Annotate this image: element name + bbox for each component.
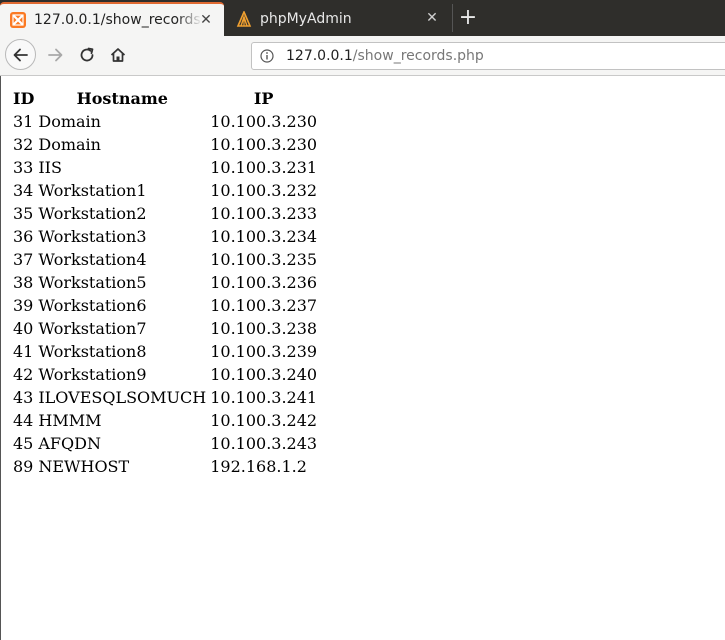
record-ip-cell: 10.100.3.235 <box>210 250 318 269</box>
address-bar[interactable]: 127.0.0.1/show_records.php <box>251 42 725 70</box>
record-id-cell: 42 <box>13 365 34 384</box>
table-row: 36 Workstation3 10.100.3.234 <box>12 226 318 247</box>
table-row: 32 Domain 10.100.3.230 <box>12 134 318 155</box>
table-row: 38 Workstation5 10.100.3.236 <box>12 272 318 293</box>
forward-button[interactable] <box>42 42 68 68</box>
close-tab-icon[interactable]: ✕ <box>198 12 214 28</box>
record-hostname-cell: Workstation9 <box>38 365 147 384</box>
record-hostname-cell: AFQDN <box>38 434 101 453</box>
back-button[interactable] <box>5 39 36 70</box>
table-row: 35 Workstation2 10.100.3.233 <box>12 203 318 224</box>
record-ip-cell: 10.100.3.238 <box>210 319 318 338</box>
record-id-cell: 40 <box>13 319 34 338</box>
home-icon <box>110 48 126 62</box>
tab-strip: 127.0.0.1/show_records.php ✕ phpMyAdmin … <box>0 0 725 36</box>
record-ip-cell: 10.100.3.233 <box>210 204 318 223</box>
tab-phpmyadmin[interactable]: phpMyAdmin ✕ <box>226 2 450 36</box>
table-row: 37 Workstation4 10.100.3.235 <box>12 249 318 270</box>
url-host: 127.0.0.1 <box>286 48 353 64</box>
column-header-ip: IP <box>253 89 274 108</box>
table-body: 31 Domain 10.100.3.230 32 Domain 10.100.3.230… <box>12 111 318 477</box>
table-row: 89 NEWHOST 192.168.1.2 <box>12 456 318 477</box>
reload-icon <box>80 47 94 62</box>
record-ip-cell: 10.100.3.232 <box>210 181 318 200</box>
record-ip-cell: 10.100.3.237 <box>210 296 318 315</box>
record-hostname-cell: Workstation2 <box>38 204 147 223</box>
record-id-cell: 89 <box>13 457 34 476</box>
table-row: 31 Domain 10.100.3.230 <box>12 111 318 132</box>
record-hostname-cell: Domain <box>38 135 101 154</box>
tab-title: 127.0.0.1/show_records.php <box>34 12 202 28</box>
table-header-row: ID Hostname IP <box>12 88 318 109</box>
record-hostname-cell: Workstation4 <box>38 250 147 269</box>
record-hostname-cell: Workstation8 <box>38 342 147 361</box>
record-hostname-cell: Workstation3 <box>38 227 147 246</box>
record-ip-cell: 10.100.3.240 <box>210 365 318 384</box>
record-hostname-cell: NEWHOST <box>38 457 130 476</box>
forward-arrow-icon <box>48 48 63 62</box>
table-row: 33 IIS 10.100.3.231 <box>12 157 318 178</box>
tab-show-records[interactable]: 127.0.0.1/show_records.php ✕ <box>0 2 224 36</box>
close-tab-icon[interactable]: ✕ <box>424 10 440 26</box>
record-hostname-cell: IIS <box>38 158 62 177</box>
record-id-cell: 33 <box>13 158 34 177</box>
record-hostname-cell: ILOVESQLSOMUCH <box>38 388 207 407</box>
record-ip-cell: 10.100.3.230 <box>210 112 318 131</box>
record-ip-cell: 10.100.3.236 <box>210 273 318 292</box>
record-hostname-cell: Workstation1 <box>38 181 147 200</box>
xampp-icon <box>10 12 26 28</box>
table-row: 45 AFQDN 10.100.3.243 <box>12 433 318 454</box>
table-row: 41 Workstation8 10.100.3.239 <box>12 341 318 362</box>
record-hostname-cell: Workstation5 <box>38 273 147 292</box>
table-row: 40 Workstation7 10.100.3.238 <box>12 318 318 339</box>
record-hostname-cell: Domain <box>38 112 101 131</box>
record-id-cell: 39 <box>13 296 34 315</box>
phpmyadmin-icon <box>236 11 252 27</box>
record-id-cell: 36 <box>13 227 34 246</box>
record-ip-cell: 10.100.3.231 <box>210 158 318 177</box>
url-path: /show_records.php <box>352 48 484 64</box>
column-header-id: ID <box>13 89 35 108</box>
record-id-cell: 34 <box>13 181 34 200</box>
new-tab-button[interactable]: + <box>452 4 483 32</box>
record-hostname-cell: Workstation7 <box>38 319 147 338</box>
tab-title: phpMyAdmin <box>260 11 352 27</box>
table-row: 39 Workstation6 10.100.3.237 <box>12 295 318 316</box>
record-id-cell: 35 <box>13 204 34 223</box>
record-hostname-cell: HMMM <box>38 411 102 430</box>
table-row: 43 ILOVESQLSOMUCH 10.100.3.241 <box>12 387 318 408</box>
record-id-cell: 44 <box>13 411 34 430</box>
record-id-cell: 32 <box>13 135 34 154</box>
info-icon[interactable] <box>260 49 274 63</box>
record-id-cell: 31 <box>13 112 34 131</box>
table-row: 44 HMMM 10.100.3.242 <box>12 410 318 431</box>
record-hostname-cell: Workstation6 <box>38 296 147 315</box>
navigation-toolbar: 127.0.0.1/show_records.php <box>0 36 725 76</box>
page-content: ID Hostname IP 31 Domain 10.100.3.230 32 Dom… <box>0 76 725 640</box>
record-ip-cell: 10.100.3.230 <box>210 135 318 154</box>
record-id-cell: 45 <box>13 434 34 453</box>
home-button[interactable] <box>105 42 131 68</box>
record-id-cell: 37 <box>13 250 34 269</box>
table-row: 34 Workstation1 10.100.3.232 <box>12 180 318 201</box>
record-ip-cell: 10.100.3.241 <box>210 388 318 407</box>
column-header-hostname: Hostname <box>76 89 168 108</box>
table-row: 42 Workstation9 10.100.3.240 <box>12 364 318 385</box>
url-text[interactable]: 127.0.0.1/show_records.php <box>286 48 484 64</box>
record-ip-cell: 10.100.3.243 <box>210 434 318 453</box>
record-id-cell: 41 <box>13 342 34 361</box>
back-arrow-icon <box>13 48 28 61</box>
record-id-cell: 38 <box>13 273 34 292</box>
record-ip-cell: 192.168.1.2 <box>210 457 307 476</box>
reload-button[interactable] <box>74 42 100 68</box>
record-id-cell: 43 <box>13 388 34 407</box>
record-ip-cell: 10.100.3.242 <box>210 411 318 430</box>
record-ip-cell: 10.100.3.239 <box>210 342 318 361</box>
record-ip-cell: 10.100.3.234 <box>210 227 318 246</box>
records-table: ID Hostname IP 31 Domain 10.100.3.230 32 Dom… <box>10 86 320 479</box>
